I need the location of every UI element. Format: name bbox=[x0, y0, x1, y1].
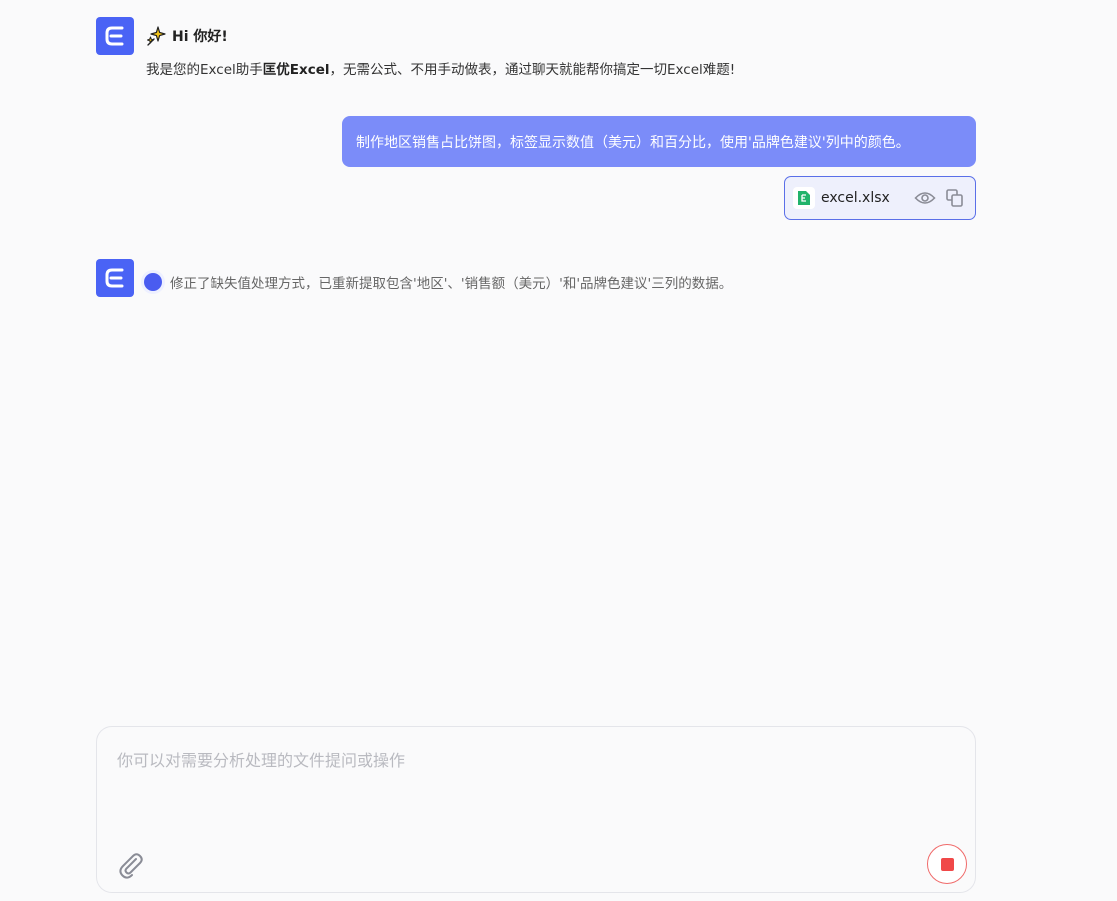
user-message-text: 制作地区销售占比饼图，标签显示数值（美元）和百分比，使用'品牌色建议'列中的颜色… bbox=[356, 134, 910, 151]
loading-indicator-icon bbox=[144, 273, 162, 291]
attachment-chip[interactable]: excel.xlsx bbox=[784, 176, 976, 220]
chat-app: Hi 你好! 我是您的Excel助手匡优Excel，无需公式、不用手动做表，通过… bbox=[0, 0, 1117, 901]
message-input[interactable] bbox=[117, 747, 937, 827]
composer bbox=[96, 726, 976, 893]
sparkle-icon bbox=[147, 26, 166, 46]
stop-icon bbox=[940, 857, 954, 871]
stop-button[interactable] bbox=[927, 844, 967, 884]
excel-logo-icon bbox=[105, 268, 124, 288]
greeting-body-prefix: 我是您的Excel助手 bbox=[146, 62, 263, 78]
attachment-file-name: excel.xlsx bbox=[821, 190, 890, 206]
paperclip-icon bbox=[119, 853, 143, 879]
copy-icon[interactable] bbox=[943, 186, 967, 210]
attach-button[interactable] bbox=[115, 849, 147, 881]
excel-file-icon bbox=[793, 187, 815, 209]
user-message-bubble: 制作地区销售占比饼图，标签显示数值（美元）和百分比，使用'品牌色建议'列中的颜色… bbox=[342, 116, 976, 167]
greeting-body-suffix: ，无需公式、不用手动做表，通过聊天就能帮你搞定一切Excel难题! bbox=[329, 62, 736, 78]
assistant-avatar bbox=[96, 259, 134, 297]
excel-logo-icon bbox=[105, 26, 124, 46]
greeting-title: Hi 你好! bbox=[172, 29, 228, 45]
greeting-title-row: Hi 你好! bbox=[146, 26, 228, 46]
assistant-status-row: 修正了缺失值处理方式，已重新提取包含'地区'、'销售额（美元）'和'品牌色建议'… bbox=[144, 272, 732, 292]
greeting-body: 我是您的Excel助手匡优Excel，无需公式、不用手动做表，通过聊天就能帮你搞… bbox=[146, 58, 735, 78]
eye-icon[interactable] bbox=[913, 186, 937, 210]
assistant-avatar bbox=[96, 17, 134, 55]
assistant-status-text: 修正了缺失值处理方式，已重新提取包含'地区'、'销售额（美元）'和'品牌色建议'… bbox=[170, 276, 733, 292]
brand-name: 匡优Excel bbox=[262, 62, 330, 78]
